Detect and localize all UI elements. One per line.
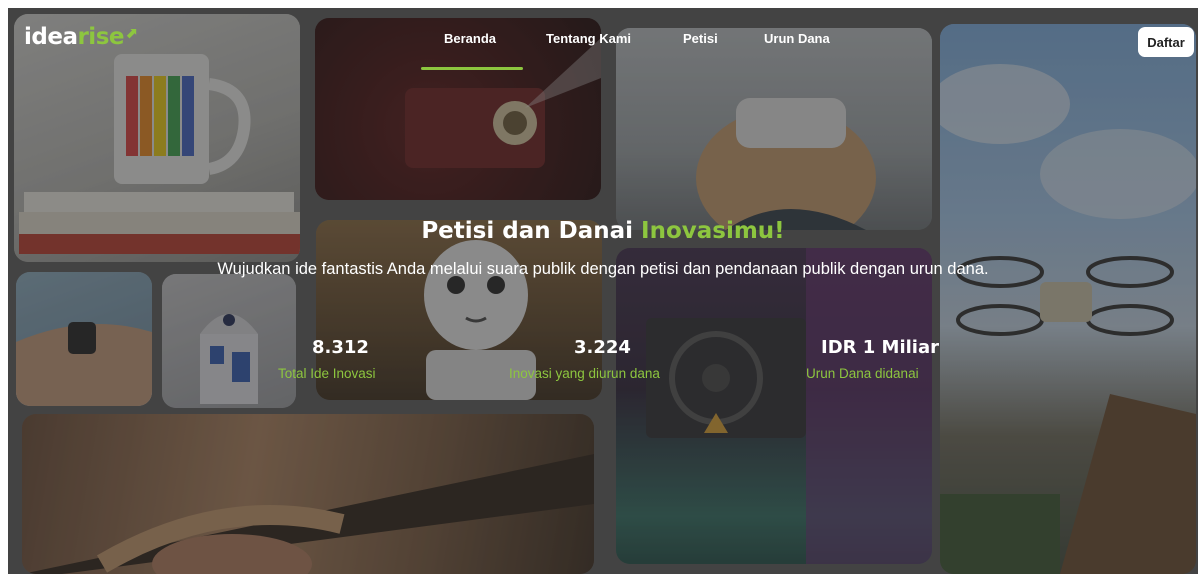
guitar-photo bbox=[22, 414, 594, 574]
hero-title-main: Petisi dan Danai bbox=[421, 218, 642, 244]
hero-title-accent: Inovasimu! bbox=[641, 218, 785, 244]
stat-label-crowdfunding: Urun Dana didanai bbox=[806, 366, 919, 381]
hero-title: Petisi dan Danai Inovasimu! bbox=[8, 218, 1198, 244]
hero-section: idearise⬈ Beranda Tentang Kami Petisi Ur… bbox=[8, 8, 1198, 574]
nav-tentang-kami[interactable]: Tentang Kami bbox=[546, 31, 631, 46]
logo-text-white: idea bbox=[24, 24, 78, 50]
stat-value-crowdfunding: IDR 1 Miliar bbox=[821, 337, 940, 358]
logo-text-green: rise bbox=[77, 24, 124, 50]
stat-value-ideas: 8.312 bbox=[312, 337, 369, 358]
3d-printer-photo bbox=[616, 248, 932, 564]
nav-petisi[interactable]: Petisi bbox=[683, 31, 718, 46]
nav-beranda[interactable]: Beranda bbox=[444, 31, 496, 46]
logo-arrow-icon: ⬈ bbox=[124, 24, 138, 42]
hero-subtitle: Wujudkan ide fantastis Anda melalui suar… bbox=[217, 260, 989, 278]
nav-urun-dana[interactable]: Urun Dana bbox=[764, 31, 830, 46]
brand-logo[interactable]: idearise⬈ bbox=[24, 24, 138, 50]
smartwatch-photo bbox=[16, 272, 152, 406]
register-button[interactable]: Daftar bbox=[1138, 27, 1194, 57]
drone-photo bbox=[940, 24, 1196, 574]
active-nav-indicator bbox=[421, 67, 523, 70]
stat-value-funded-innovations: 3.224 bbox=[574, 337, 631, 358]
vr-headset-photo bbox=[616, 28, 932, 230]
stat-label-ideas: Total Ide Inovasi bbox=[278, 366, 376, 381]
stat-label-funded-innovations: Inovasi yang diurun dana bbox=[509, 366, 660, 381]
r2d2-photo bbox=[162, 274, 296, 408]
